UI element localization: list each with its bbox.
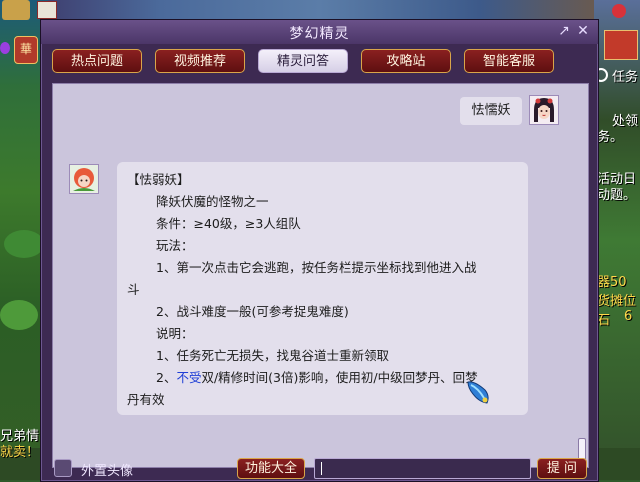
sprite-avatar	[69, 164, 99, 194]
close-icon[interactable]: ✕	[575, 23, 591, 39]
answer-line: 玩法：	[156, 238, 194, 253]
sprite-window: 梦幻精灵 ↗ ✕ 热点问题 视频推荐 精灵问答 攻略站 智能客服 怯懦妖 【怯弱…	[40, 19, 599, 482]
feather-gem-icon	[467, 381, 489, 404]
pin-icon[interactable]: ↗	[556, 23, 572, 39]
user-avatar	[529, 95, 559, 125]
answer-line: 斗	[127, 282, 140, 297]
answer-line: 丹有效	[127, 392, 165, 407]
ask-button[interactable]: 提 问	[537, 458, 587, 479]
answer-title: 【怯弱妖】	[127, 172, 190, 187]
tab-smart-service[interactable]: 智能客服	[464, 49, 554, 73]
answer-line-prefix: 2、	[156, 370, 177, 385]
task-text: 任务	[612, 70, 639, 85]
text-caret	[321, 462, 322, 475]
answer-line: 2、战斗难度一般(可参考捉鬼难度)	[156, 304, 349, 319]
right-panel-frame	[604, 30, 638, 60]
task-text: 动题。	[597, 188, 637, 203]
user-message: 怯懦妖	[460, 97, 522, 125]
server-badge: 華	[14, 36, 38, 64]
task-text: 货摊位	[597, 294, 637, 309]
function-list-button[interactable]: 功能大全	[237, 458, 305, 479]
tab-sprite-qa[interactable]: 精灵问答	[258, 49, 348, 73]
game-icon-1[interactable]	[2, 0, 30, 20]
question-input[interactable]	[314, 458, 531, 479]
bottom-bar: 外置头像 功能大全 提 问	[41, 457, 598, 481]
answer-line: 降妖伏魔的怪物之一	[156, 194, 269, 209]
gem-icon	[0, 42, 10, 54]
answer-line: 条件：≥40级，≥3人组队	[156, 216, 301, 231]
tab-hot-questions[interactable]: 热点问题	[52, 49, 142, 73]
not-affected-link[interactable]: 不受	[176, 370, 201, 385]
sprite-answer: 【怯弱妖】 降妖伏魔的怪物之一 条件：≥40级，≥3人组队 玩法： 1、第一次点…	[117, 162, 528, 415]
heart-icon	[612, 4, 626, 18]
left-chat-text: 就卖！	[0, 445, 40, 460]
task-text: 6	[624, 309, 633, 324]
answer-line-rest: 双/精修时间(3倍)影响，使用初/中级回梦丹、回梦	[201, 370, 478, 385]
chat-area[interactable]: 怯懦妖 【怯弱妖】 降妖伏魔的怪物之一 条件：≥40级，≥3人组队 玩法： 1、…	[52, 83, 589, 468]
task-text: 器50	[597, 275, 627, 290]
bush-decoration	[4, 230, 44, 258]
task-text: 务。	[597, 130, 624, 145]
answer-line: 1、任务死亡无损失，找鬼谷道士重新领取	[156, 348, 389, 363]
bush-decoration	[0, 300, 38, 330]
answer-line: 1、第一次点击它会逃跑，按任务栏提示坐标找到他进入战	[156, 260, 477, 275]
window-title: 梦幻精灵	[289, 26, 350, 42]
tab-video-recommend[interactable]: 视频推荐	[155, 49, 245, 73]
title-bar[interactable]: 梦幻精灵 ↗ ✕	[41, 20, 598, 44]
external-avatar-label: 外置头像	[81, 464, 134, 479]
answer-line: 说明：	[156, 326, 194, 341]
external-avatar-checkbox[interactable]	[54, 459, 72, 477]
tab-guide-site[interactable]: 攻略站	[361, 49, 451, 73]
calendar-icon[interactable]	[37, 1, 57, 19]
